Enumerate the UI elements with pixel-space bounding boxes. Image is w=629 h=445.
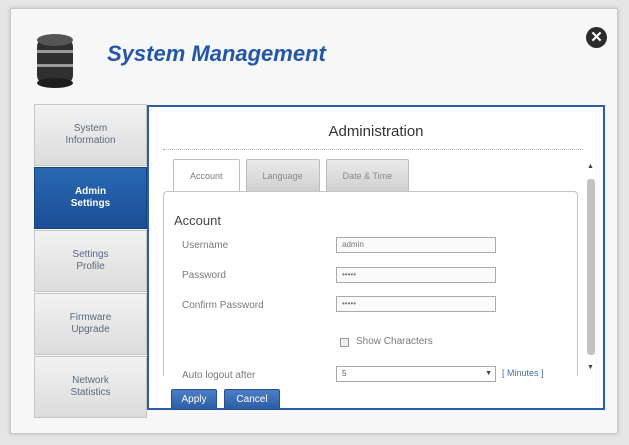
sidebar-item-firmware-upgrade[interactable]: Firmware Upgrade [34, 293, 147, 355]
minutes-link[interactable]: [ Minutes ] [502, 368, 544, 378]
sidebar: System Information Admin Settings Settin… [34, 104, 147, 419]
password-label: Password [182, 270, 226, 281]
panel-divider [163, 149, 583, 150]
close-icon[interactable]: ✕ [586, 27, 607, 48]
sidebar-item-network-statistics[interactable]: Network Statistics [34, 356, 147, 418]
sidebar-item-admin-settings[interactable]: Admin Settings [34, 167, 147, 229]
confirm-password-label: Confirm Password [182, 300, 264, 311]
scroll-down-icon[interactable]: ▼ [587, 364, 594, 371]
panel-title: Administration [328, 123, 424, 140]
auto-logout-label: Auto logout after [182, 370, 256, 381]
auto-logout-value: 5 [342, 369, 347, 378]
scroll-thumb[interactable] [587, 179, 595, 355]
confirm-password-field[interactable]: ••••• [336, 296, 496, 312]
username-label: Username [182, 240, 229, 251]
apply-button[interactable]: Apply [171, 389, 217, 410]
tab-date-time[interactable]: Date & Time [325, 159, 410, 192]
system-management-dialog: System Management ✕ System Information A… [10, 8, 618, 434]
database-icon [37, 34, 73, 88]
dialog-title: System Management [107, 41, 326, 66]
username-field[interactable]: admin [336, 237, 496, 253]
scroll-up-icon[interactable]: ▲ [587, 163, 594, 170]
tab-account[interactable]: Account [173, 159, 240, 192]
account-tab-content: Account Username admin Password ••••• Co… [163, 191, 578, 382]
sidebar-item-system-information[interactable]: System Information [34, 104, 147, 166]
tab-language[interactable]: Language [245, 159, 320, 192]
show-characters-label: Show Characters [356, 336, 433, 347]
show-characters-checkbox[interactable] [340, 338, 349, 347]
scrollbar[interactable]: ▲ ▼ [585, 163, 597, 371]
administration-panel: Administration Account Language Date & T… [147, 105, 605, 410]
chevron-down-icon: ▼ [485, 370, 492, 377]
section-title: Account [174, 213, 221, 228]
password-field[interactable]: ••••• [336, 267, 496, 283]
tab-bar: Account Language Date & Time [173, 159, 415, 192]
auto-logout-select[interactable]: 5 ▼ [336, 366, 496, 382]
sidebar-item-settings-profile[interactable]: Settings Profile [34, 230, 147, 292]
cancel-button[interactable]: Cancel [224, 389, 280, 410]
